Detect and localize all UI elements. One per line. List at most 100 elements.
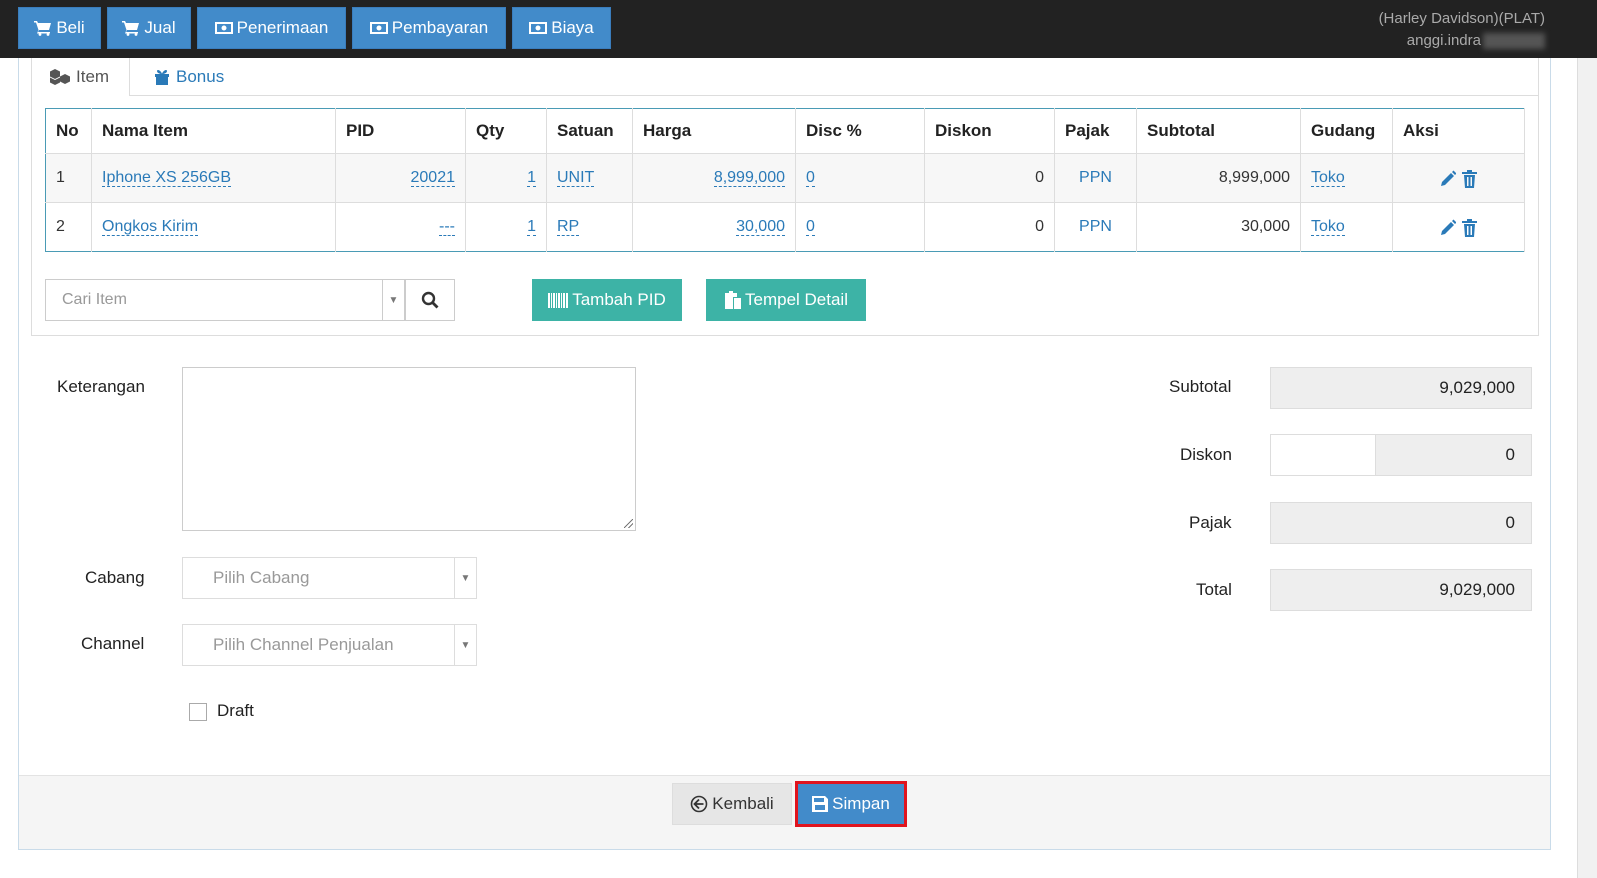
tab-item-label: Item [76,67,110,86]
keterangan-textarea[interactable] [182,367,636,531]
qty-editable[interactable]: 1 [527,218,536,236]
cart-icon [34,21,52,36]
cabang-select[interactable]: Pilih Cabang ▼ [182,557,477,599]
cubes-icon [50,69,70,85]
money-icon [214,22,233,34]
draft-checkbox[interactable] [189,703,207,721]
gift-icon [155,70,169,85]
col-gudang: Gudang [1300,108,1393,154]
company-name: (Harley Davidson)(PLAT) [1378,10,1545,27]
cari-item-placeholder: Cari Item [62,291,127,308]
tambah-pid-label: Tambah PID [572,290,666,309]
cabang-label: Cabang [85,568,145,587]
jual-button[interactable]: Jual [107,7,191,49]
satuan-editable[interactable]: RP [557,218,580,236]
tab-item[interactable]: Item [32,58,130,96]
user-info[interactable]: (Harley Davidson)(PLAT) anggi.indra [1379,8,1545,52]
simpan-label: Simpan [832,794,890,813]
satuan-editable[interactable]: UNIT [557,169,595,187]
tab-divider [130,95,1539,96]
subtotal-value: 8,999,000 [1136,153,1301,203]
simpan-button[interactable]: Simpan [795,781,907,827]
col-harga: Harga [632,108,796,154]
pajak-link[interactable]: PPN [1054,153,1137,203]
draft-label: Draft [217,701,254,720]
pembayaran-label: Pembayaran [391,18,489,37]
subtotal-field: 9,029,000 [1270,367,1532,409]
row-no: 2 [45,202,92,252]
top-navbar: Beli Jual Penerimaan Pembayaran Biaya (H… [0,0,1597,58]
disc-editable[interactable]: 0 [806,169,815,187]
col-pajak: Pajak [1054,108,1137,154]
chevron-down-icon[interactable]: ▼ [382,280,404,320]
row-actions [1392,153,1525,203]
gudang-editable[interactable]: Toko [1311,169,1345,187]
barcode-icon [548,292,569,308]
money-icon [369,22,388,34]
nama-item-editable[interactable]: Ongkos Kirim [102,218,199,236]
pid-editable[interactable]: --- [439,218,455,236]
diskon-input[interactable] [1270,434,1376,476]
total-label: Total [1196,580,1232,599]
channel-label: Channel [81,634,145,653]
col-pid: PID [335,108,466,154]
floppy-disk-icon [812,796,829,812]
disc-editable[interactable]: 0 [806,218,815,236]
money-icon [529,22,548,34]
kembali-button[interactable]: Kembali [672,783,792,825]
channel-select[interactable]: Pilih Channel Penjualan ▼ [182,624,477,666]
col-satuan: Satuan [546,108,633,154]
beli-button[interactable]: Beli [18,7,101,49]
col-aksi: Aksi [1392,108,1525,154]
cabang-placeholder: Pilih Cabang [213,568,310,587]
cart-icon [122,21,140,36]
paste-icon [725,291,741,309]
row-no: 1 [45,153,92,203]
cari-item-select[interactable]: Cari Item ▼ [45,279,405,321]
col-disc-percent: Disc % [795,108,925,154]
col-qty: Qty [465,108,547,154]
keterangan-label: Keterangan [57,377,145,396]
pencil-icon[interactable] [1439,169,1457,188]
row-actions [1392,202,1525,252]
trash-icon[interactable] [1461,169,1478,188]
tab-bonus[interactable]: Bonus [142,58,224,96]
biaya-label: Biaya [551,18,594,37]
nama-item-editable[interactable]: Iphone XS 256GB [102,169,231,187]
pajak-field: 0 [1270,502,1532,544]
tambah-pid-button[interactable]: Tambah PID [532,279,682,321]
gudang-editable[interactable]: Toko [1311,218,1345,236]
user-name: anggi.indra [1406,32,1481,49]
penerimaan-button[interactable]: Penerimaan [197,7,346,49]
form-footer: Kembali Simpan [19,775,1550,849]
trash-icon[interactable] [1461,218,1478,237]
item-tab-panel: Item Bonus No Nama Item PID Qty Satuan H… [31,58,1539,336]
kembali-label: Kembali [712,794,774,813]
chevron-down-icon[interactable]: ▼ [454,625,476,665]
col-subtotal: Subtotal [1136,108,1301,154]
pid-editable[interactable]: 20021 [410,169,455,187]
col-diskon: Diskon [924,108,1055,154]
table-row: 2 Ongkos Kirim --- 1 RP 30,000 0 0 PPN 3… [45,202,1525,252]
redacted-text [1483,33,1545,50]
biaya-button[interactable]: Biaya [512,7,611,49]
subtotal-value: 30,000 [1136,202,1301,252]
harga-editable[interactable]: 30,000 [736,218,785,236]
total-field: 9,029,000 [1270,569,1532,611]
pajak-link[interactable]: PPN [1054,202,1137,252]
chevron-down-icon[interactable]: ▼ [454,558,476,598]
col-nama-item: Nama Item [91,108,336,154]
pajak-label: Pajak [1189,513,1232,532]
main-panel: Item Bonus No Nama Item PID Qty Satuan H… [18,58,1551,850]
qty-editable[interactable]: 1 [527,169,536,187]
search-button[interactable] [405,279,455,321]
pencil-icon[interactable] [1439,218,1457,237]
channel-placeholder: Pilih Channel Penjualan [213,635,394,654]
tempel-detail-button[interactable]: Tempel Detail [706,279,866,321]
harga-editable[interactable]: 8,999,000 [713,169,785,187]
penerimaan-label: Penerimaan [236,18,329,37]
pembayaran-button[interactable]: Pembayaran [352,7,506,49]
resize-handle[interactable] [624,519,633,528]
page-scrollbar[interactable] [1577,58,1597,878]
item-table: No Nama Item PID Qty Satuan Harga Disc %… [45,108,1525,252]
